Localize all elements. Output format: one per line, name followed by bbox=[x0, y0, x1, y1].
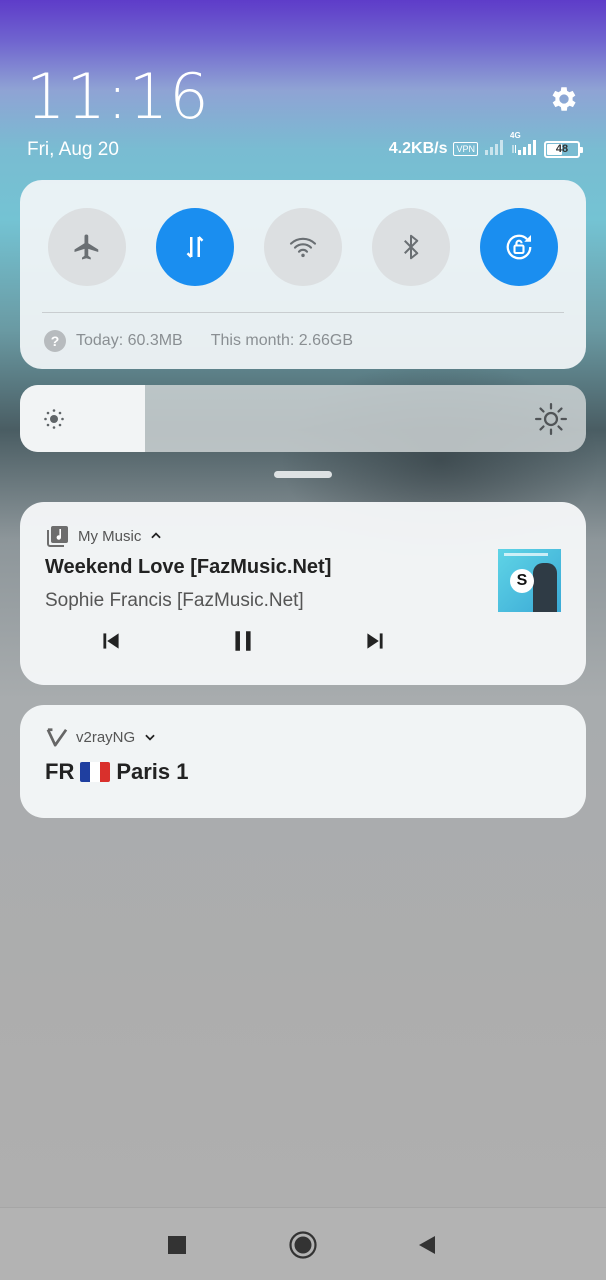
vpn-server-name: Paris 1 bbox=[116, 759, 189, 784]
settings-gear-icon[interactable] bbox=[548, 83, 580, 115]
battery-icon: 48 bbox=[544, 140, 583, 158]
skip-previous-icon bbox=[103, 633, 119, 649]
chevron-down-icon[interactable] bbox=[143, 730, 157, 744]
vpn-notification-header: v2rayNG bbox=[46, 727, 157, 747]
signal-4g-icon: 4G bbox=[510, 131, 538, 160]
france-flag-icon bbox=[80, 762, 111, 782]
network-type-label: 4G bbox=[510, 130, 521, 140]
wifi-toggle[interactable] bbox=[264, 208, 342, 286]
wifi-icon bbox=[289, 237, 317, 258]
date[interactable]: Fri, Aug 20 bbox=[27, 139, 119, 161]
brightness-low-icon bbox=[44, 409, 64, 429]
status-icons: 4.2KB/s VPN 4G 48 bbox=[388, 131, 583, 160]
pause-icon bbox=[235, 631, 251, 651]
rotation-lock-toggle[interactable] bbox=[480, 208, 558, 286]
airplane-mode-toggle[interactable] bbox=[48, 208, 126, 286]
music-app-name: My Music bbox=[78, 527, 142, 545]
vpn-server-label: FR Paris 1 bbox=[45, 759, 189, 785]
vpn-badge: VPN bbox=[453, 142, 478, 156]
quick-settings-divider bbox=[42, 312, 564, 313]
back-triangle-icon bbox=[419, 1236, 435, 1254]
chevron-up-icon[interactable] bbox=[149, 529, 163, 543]
recents-button[interactable] bbox=[162, 1230, 192, 1260]
v2rayng-app-icon bbox=[46, 728, 68, 747]
mobile-data-toggle[interactable] bbox=[156, 208, 234, 286]
battery-level: 48 bbox=[555, 143, 569, 155]
pause-button[interactable] bbox=[228, 628, 258, 654]
album-art: S bbox=[498, 549, 561, 612]
previous-track-button[interactable] bbox=[96, 628, 126, 654]
vpn-notification[interactable]: v2rayNG FR Paris 1 bbox=[20, 705, 586, 818]
vpn-app-name: v2rayNG bbox=[76, 728, 136, 746]
song-title: Weekend Love [FazMusic.Net] bbox=[45, 556, 332, 578]
brightness-high-icon bbox=[534, 402, 568, 436]
rotation-lock-icon bbox=[506, 234, 532, 260]
data-usage-month: This month: 2.66GB bbox=[210, 332, 354, 349]
next-track-button[interactable] bbox=[360, 628, 390, 654]
song-artist: Sophie Francis [FazMusic.Net] bbox=[45, 590, 304, 611]
home-circle-icon bbox=[289, 1231, 317, 1259]
music-app-icon bbox=[47, 526, 68, 547]
skip-next-icon bbox=[367, 633, 383, 649]
home-button[interactable] bbox=[288, 1230, 318, 1260]
album-art-logo: S bbox=[510, 569, 534, 593]
data-transfer-icon bbox=[186, 236, 204, 258]
vpn-server-code: FR bbox=[45, 759, 75, 784]
airplane-icon bbox=[74, 234, 99, 260]
music-notification-header: My Music bbox=[46, 524, 163, 548]
bluetooth-icon bbox=[404, 234, 419, 260]
data-usage-help-icon: ? bbox=[44, 330, 66, 352]
brightness-slider[interactable] bbox=[20, 385, 586, 452]
album-art-strip bbox=[504, 553, 548, 556]
music-notification[interactable]: My Music Weekend Love [FazMusic.Net] Sop… bbox=[20, 502, 586, 685]
album-art-figure bbox=[533, 563, 557, 612]
shade-drag-handle[interactable] bbox=[274, 471, 332, 478]
signal-sim1-icon bbox=[484, 139, 506, 160]
network-speed: 4.2KB/s bbox=[388, 140, 448, 157]
recents-square-icon bbox=[168, 1236, 186, 1254]
quick-settings-panel: ? Today: 60.3MB This month: 2.66GB bbox=[20, 180, 586, 369]
data-usage-row[interactable]: ? Today: 60.3MB This month: 2.66GB bbox=[44, 330, 353, 352]
navigation-bar bbox=[0, 1207, 606, 1280]
clock[interactable]: 11:16 bbox=[26, 60, 210, 133]
bluetooth-toggle[interactable] bbox=[372, 208, 450, 286]
back-button[interactable] bbox=[412, 1230, 442, 1260]
brightness-slider-fill bbox=[20, 385, 145, 452]
data-usage-today: Today: 60.3MB bbox=[76, 332, 183, 349]
